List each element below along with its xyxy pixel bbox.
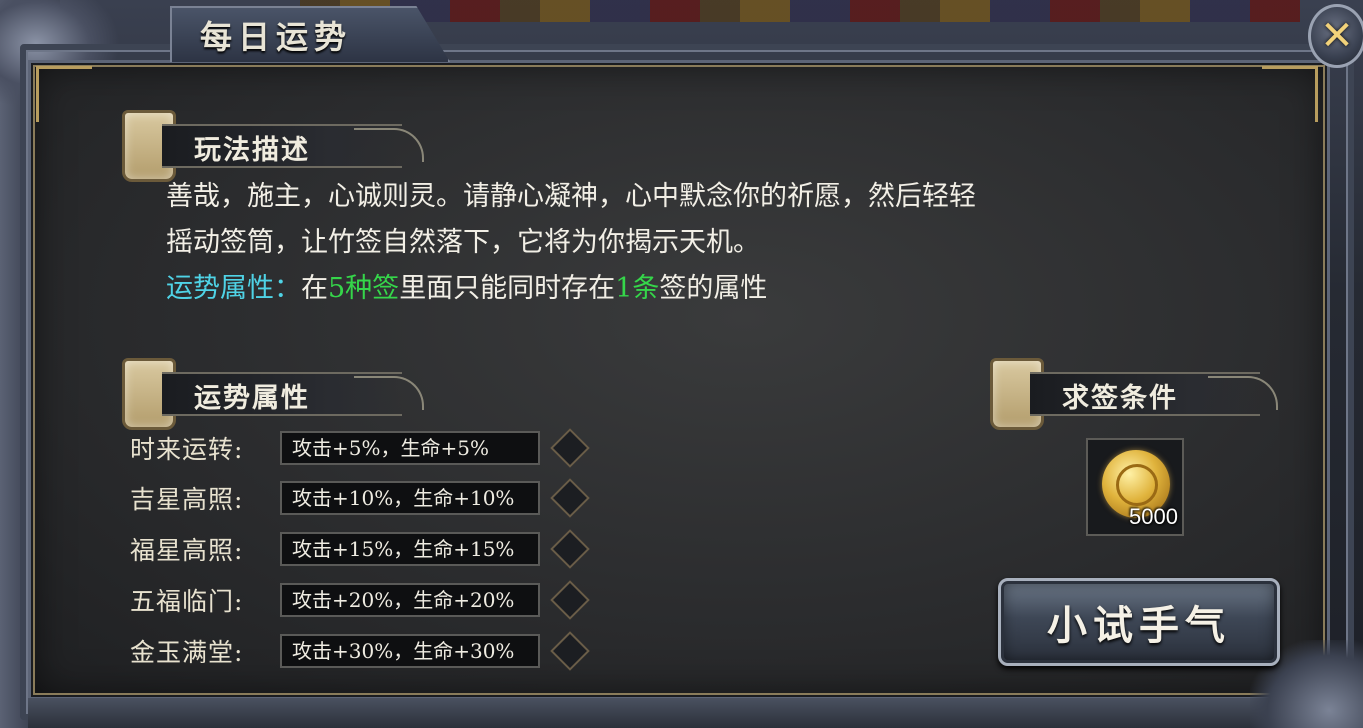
attribute-row: 福星高照: 攻击+15%，生命+15% [130,529,590,569]
attribute-row: 五福临门: 攻击+20%，生命+20% [130,580,590,620]
swirl-ornament [354,376,424,410]
attribute-row: 时来运转: 攻击+5%，生命+5% [130,428,590,468]
corner-ornament-right [1262,66,1318,122]
diamond-slot-icon [550,428,590,468]
description-line-1: 善哉，施主，心诚则灵。请静心凝神，心中默念你的祈愿，然后轻轻 [166,181,976,212]
diamond-slot-icon [550,478,590,518]
attribute-name: 福星高照: [130,536,244,565]
swirl-ornament [354,128,424,162]
fortune-attr-label: 运势属性： [166,273,301,304]
desc-text-b: 里面只能同时存在 [399,273,616,304]
cost-item-slot[interactable]: 5000 [1086,438,1184,536]
close-icon: ✕ [1320,13,1354,59]
highlight-five-types: 5种签 [328,273,400,304]
attribute-value: 攻击+15%，生命+15% [280,532,540,566]
section-title: 玩法描述 [194,135,310,166]
diamond-slot-icon [550,580,590,620]
close-button[interactable]: ✕ [1308,4,1363,68]
section-title: 求签条件 [1062,383,1178,414]
description-text: 善哉，施主，心诚则灵。请静心凝神，心中默念你的祈愿，然后轻轻 摇动签筒，让竹签自… [166,174,1246,312]
diamond-slot-icon [550,529,590,569]
section-header-attributes: 运势属性 [122,358,424,430]
diamond-slot-icon [550,631,590,671]
section-header-description: 玩法描述 [122,110,424,182]
description-line-3: 运势属性：在5种签里面只能同时存在1条签的属性 [166,266,1246,312]
attribute-value: 攻击+10%，生命+10% [280,481,540,515]
attribute-value: 攻击+30%，生命+30% [280,634,540,668]
swirl-ornament [1208,376,1278,410]
window-title: 每日运势 [200,18,353,56]
section-header-cost: 求签条件 [990,358,1280,430]
attribute-value: 攻击+5%，生命+5% [280,431,540,465]
desc-text-c: 签的属性 [659,273,768,304]
try-luck-button[interactable]: 小试手气 [998,578,1280,666]
attribute-row: 金玉满堂: 攻击+30%，生命+30% [130,631,590,671]
attribute-row: 吉星高照: 攻击+10%，生命+10% [130,478,590,518]
window-frame: 每日运势 ✕ 玩法描述 善哉，施主，心诚则灵。请静心凝神，心中默念你的祈愿，然后… [0,0,1363,728]
section-title: 运势属性 [194,383,310,414]
attribute-name: 吉星高照: [130,485,244,514]
attribute-value: 攻击+20%，生命+20% [280,583,540,617]
corner-ornament-left [36,66,92,122]
attribute-name: 金玉满堂: [130,638,244,667]
attribute-name: 时来运转: [130,435,244,464]
bottom-bar [28,698,1330,728]
description-line-2: 摇动签筒，让竹签自然落下，它将为你揭示天机。 [166,227,760,258]
attribute-name: 五福临门: [130,587,244,616]
cost-amount: 5000 [1129,504,1178,529]
desc-text-a: 在 [301,273,328,304]
background-scene-strip [300,0,1300,22]
highlight-one-item: 1条 [615,273,660,304]
